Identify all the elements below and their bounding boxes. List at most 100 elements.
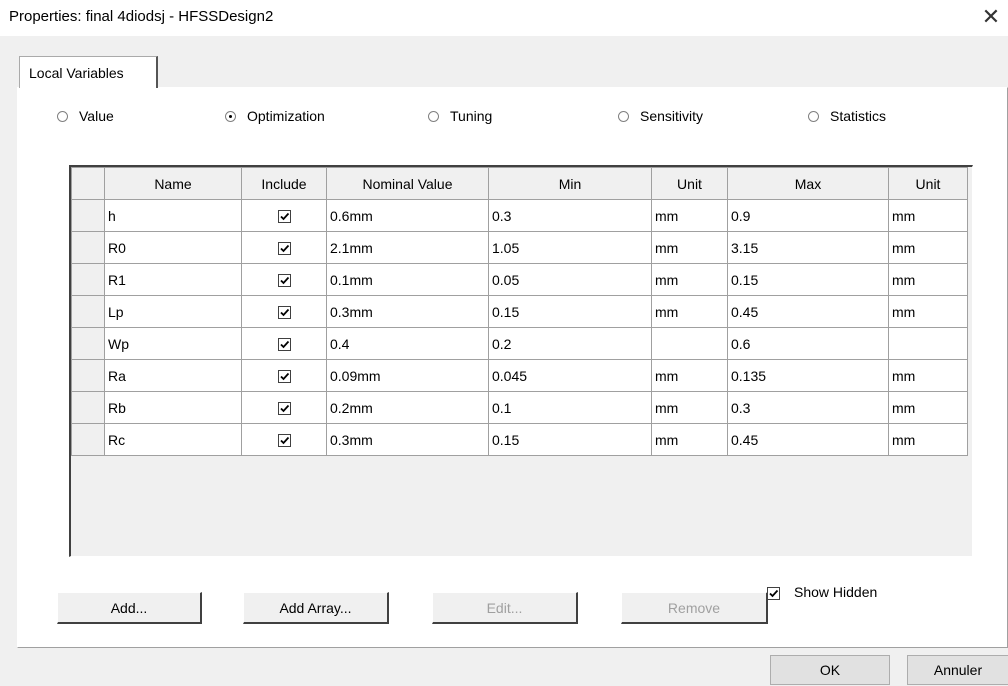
row-header[interactable] — [71, 391, 105, 424]
add-button[interactable]: Add... — [57, 592, 202, 624]
include-cell[interactable] — [241, 327, 327, 360]
name-cell[interactable]: Rc — [104, 423, 242, 456]
min-cell[interactable]: 0.1 — [488, 391, 652, 424]
name-cell[interactable]: R1 — [104, 263, 242, 296]
max-unit-cell[interactable]: mm — [888, 295, 968, 328]
column-header[interactable]: Nominal Value — [326, 167, 489, 200]
min-unit-cell[interactable] — [651, 327, 728, 360]
min-unit-cell[interactable]: mm — [651, 423, 728, 456]
table-row: h 0.6mm 0.3 mm 0.9 mm — [71, 199, 968, 232]
min-unit-cell[interactable]: mm — [651, 263, 728, 296]
column-header[interactable]: Max — [727, 167, 889, 200]
max-unit-cell[interactable]: mm — [888, 231, 968, 264]
include-cell[interactable] — [241, 423, 327, 456]
min-unit-cell[interactable]: mm — [651, 391, 728, 424]
max-cell[interactable]: 0.9 — [727, 199, 889, 232]
row-header[interactable] — [71, 423, 105, 456]
max-unit-cell[interactable]: mm — [888, 359, 968, 392]
row-header[interactable] — [71, 199, 105, 232]
include-cell[interactable] — [241, 199, 327, 232]
nominal-value-cell[interactable]: 0.3mm — [326, 423, 489, 456]
radio-icon — [428, 111, 439, 122]
checkbox-checked-icon — [277, 306, 291, 320]
max-cell[interactable]: 0.6 — [727, 327, 889, 360]
column-header[interactable]: Unit — [651, 167, 728, 200]
nominal-value-cell[interactable]: 0.2mm — [326, 391, 489, 424]
name-cell[interactable]: Lp — [104, 295, 242, 328]
max-cell[interactable]: 0.45 — [727, 295, 889, 328]
max-unit-cell[interactable]: mm — [888, 199, 968, 232]
row-header[interactable] — [71, 231, 105, 264]
tab-local-variables[interactable]: Local Variables — [19, 56, 158, 88]
min-unit-cell[interactable]: mm — [651, 231, 728, 264]
include-cell[interactable] — [241, 231, 327, 264]
nominal-value-cell[interactable]: 0.3mm — [326, 295, 489, 328]
max-cell[interactable]: 0.135 — [727, 359, 889, 392]
name-cell[interactable]: R0 — [104, 231, 242, 264]
nominal-value-cell[interactable]: 0.6mm — [326, 199, 489, 232]
max-unit-cell[interactable] — [888, 327, 968, 360]
tab-label: Local Variables — [29, 65, 124, 81]
max-unit-cell[interactable]: mm — [888, 263, 968, 296]
radio-label: Statistics — [830, 108, 887, 124]
include-cell[interactable] — [241, 263, 327, 296]
min-cell[interactable]: 0.15 — [488, 423, 652, 456]
nominal-value-cell[interactable]: 2.1mm — [326, 231, 489, 264]
min-cell[interactable]: 0.2 — [488, 327, 652, 360]
name-cell[interactable]: h — [104, 199, 242, 232]
table-row: Lp 0.3mm 0.15 mm 0.45 mm — [71, 295, 968, 328]
include-cell[interactable] — [241, 391, 327, 424]
max-cell[interactable]: 3.15 — [727, 231, 889, 264]
row-header[interactable] — [71, 359, 105, 392]
corner-cell[interactable] — [71, 167, 105, 200]
nominal-value-cell[interactable]: 0.09mm — [326, 359, 489, 392]
column-header[interactable]: Unit — [888, 167, 968, 200]
radio-label: Sensitivity — [640, 108, 704, 124]
min-unit-cell[interactable]: mm — [651, 359, 728, 392]
column-header[interactable]: Include — [241, 167, 327, 200]
radio-label: Value — [79, 108, 114, 124]
min-cell[interactable]: 0.05 — [488, 263, 652, 296]
variables-table: Name Include Nominal Value Min Unit Max … — [71, 167, 968, 456]
radio-label: Optimization — [247, 108, 325, 124]
max-unit-cell[interactable]: mm — [888, 423, 968, 456]
remove-button[interactable]: Remove — [621, 592, 768, 624]
checkbox-checked-icon — [277, 274, 291, 288]
show-hidden-label: Show Hidden — [794, 584, 878, 600]
include-cell[interactable] — [241, 295, 327, 328]
cancel-button[interactable]: Annuler — [907, 655, 1008, 685]
include-cell[interactable] — [241, 359, 327, 392]
row-header[interactable] — [71, 295, 105, 328]
max-unit-cell[interactable]: mm — [888, 391, 968, 424]
nominal-value-cell[interactable]: 0.4 — [326, 327, 489, 360]
title-bar: Properties: final 4diodsj - HFSSDesign2 … — [0, 0, 1008, 36]
max-cell[interactable]: 0.45 — [727, 423, 889, 456]
column-header[interactable]: Min — [488, 167, 652, 200]
variables-grid[interactable]: Name Include Nominal Value Min Unit Max … — [69, 165, 973, 557]
min-cell[interactable]: 1.05 — [488, 231, 652, 264]
min-unit-cell[interactable]: mm — [651, 295, 728, 328]
checkbox-checked-icon — [277, 338, 291, 352]
row-header[interactable] — [71, 263, 105, 296]
min-cell[interactable]: 0.3 — [488, 199, 652, 232]
table-row: Rb 0.2mm 0.1 mm 0.3 mm — [71, 391, 968, 424]
edit-button[interactable]: Edit... — [432, 592, 578, 624]
radio-icon — [618, 111, 629, 122]
ok-button[interactable]: OK — [770, 655, 890, 685]
add-array-button[interactable]: Add Array... — [243, 592, 389, 624]
checkbox-checked-icon — [277, 242, 291, 256]
name-cell[interactable]: Ra — [104, 359, 242, 392]
max-cell[interactable]: 0.3 — [727, 391, 889, 424]
min-cell[interactable]: 0.15 — [488, 295, 652, 328]
max-cell[interactable]: 0.15 — [727, 263, 889, 296]
close-icon[interactable]: ✕ — [976, 2, 1006, 32]
nominal-value-cell[interactable]: 0.1mm — [326, 263, 489, 296]
checkbox-checked-icon — [277, 434, 291, 448]
name-cell[interactable]: Rb — [104, 391, 242, 424]
name-cell[interactable]: Wp — [104, 327, 242, 360]
column-header[interactable]: Name — [104, 167, 242, 200]
radio-label: Tuning — [450, 108, 493, 124]
row-header[interactable] — [71, 327, 105, 360]
min-unit-cell[interactable]: mm — [651, 199, 728, 232]
min-cell[interactable]: 0.045 — [488, 359, 652, 392]
